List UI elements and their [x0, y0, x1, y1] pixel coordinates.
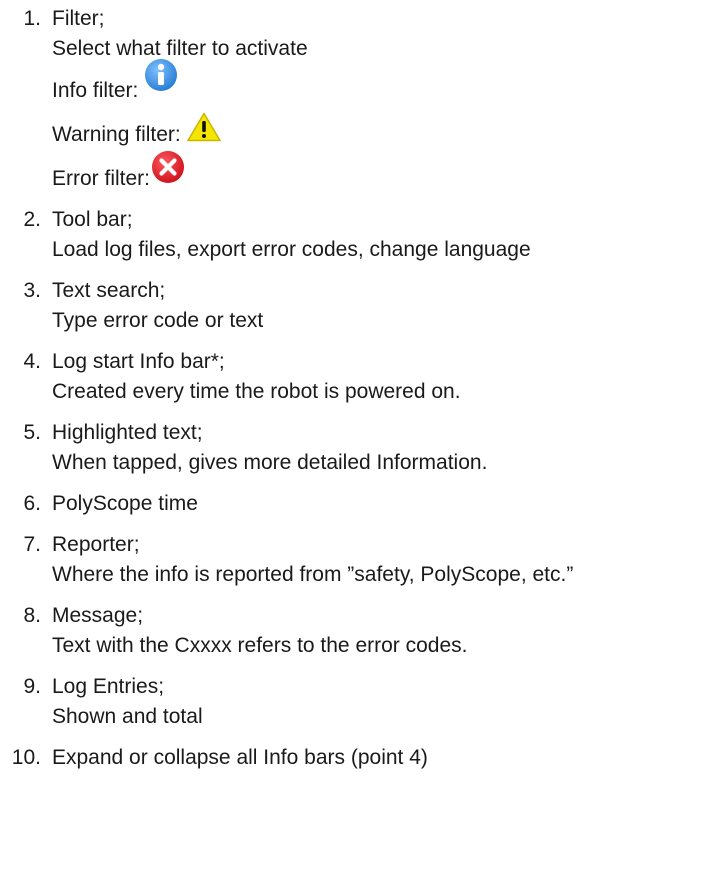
warning-filter-row: Warning filter:: [52, 112, 704, 150]
list-number: 10.: [11, 746, 41, 769]
list-item-reporter: 7. Reporter; Where the info is reported …: [0, 530, 704, 590]
warning-icon: [187, 112, 221, 142]
item-title: Log Entries;: [52, 675, 165, 698]
info-filter-row: Info filter:: [52, 59, 704, 106]
item-title: Message;: [52, 604, 144, 627]
error-filter-row: Error filter:: [52, 151, 704, 194]
list-item-filter: 1. Filter; Select what filter to activat…: [0, 4, 704, 194]
list-item-text-search: 3. Text search; Type error code or text: [0, 276, 704, 336]
item-description: Type error code or text: [52, 309, 264, 332]
numbered-list: 1. Filter; Select what filter to activat…: [0, 4, 704, 784]
item-title: Tool bar;: [52, 208, 133, 231]
list-number: 8.: [23, 604, 41, 627]
item-description: Created every time the robot is powered …: [52, 380, 461, 403]
list-item-log-start-info-bar: 4. Log start Info bar*; Created every ti…: [0, 347, 704, 407]
item-title: Expand or collapse all Info bars (point …: [52, 746, 428, 769]
list-item-highlighted-text: 5. Highlighted text; When tapped, gives …: [0, 418, 704, 478]
error-icon: [151, 150, 185, 184]
info-icon: [144, 58, 178, 92]
list-number: 5.: [23, 421, 41, 444]
item-description: Load log files, export error codes, chan…: [52, 238, 531, 261]
list-number: 7.: [23, 533, 41, 556]
item-description: Text with the Cxxxx refers to the error …: [52, 634, 468, 657]
item-title: Reporter;: [52, 533, 140, 556]
item-description: When tapped, gives more detailed Informa…: [52, 451, 488, 474]
list-number: 4.: [23, 350, 41, 373]
list-number: 3.: [23, 279, 41, 302]
list-item-expand-collapse: 10. Expand or collapse all Info bars (po…: [0, 743, 704, 773]
list-item-log-entries: 9. Log Entries; Shown and total: [0, 672, 704, 732]
item-title: Highlighted text;: [52, 421, 203, 444]
list-number: 6.: [23, 492, 41, 515]
list-item-polyscope-time: 6. PolyScope time: [0, 489, 704, 519]
item-title: PolyScope time: [52, 492, 198, 515]
item-title: Log start Info bar*;: [52, 350, 225, 373]
item-title: Filter;: [52, 7, 105, 30]
list-number: 2.: [23, 208, 41, 231]
item-description: Where the info is reported from ”safety,…: [52, 563, 574, 586]
error-filter-label: Error filter:: [52, 167, 151, 190]
item-title: Text search;: [52, 279, 166, 302]
item-description: Shown and total: [52, 705, 203, 728]
warning-filter-label: Warning filter:: [52, 123, 181, 146]
list-number: 9.: [23, 675, 41, 698]
info-filter-label: Info filter:: [52, 79, 139, 102]
list-item-tool-bar: 2. Tool bar; Load log files, export erro…: [0, 205, 704, 265]
list-item-message: 8. Message; Text with the Cxxxx refers t…: [0, 601, 704, 661]
list-number: 1.: [23, 7, 41, 30]
